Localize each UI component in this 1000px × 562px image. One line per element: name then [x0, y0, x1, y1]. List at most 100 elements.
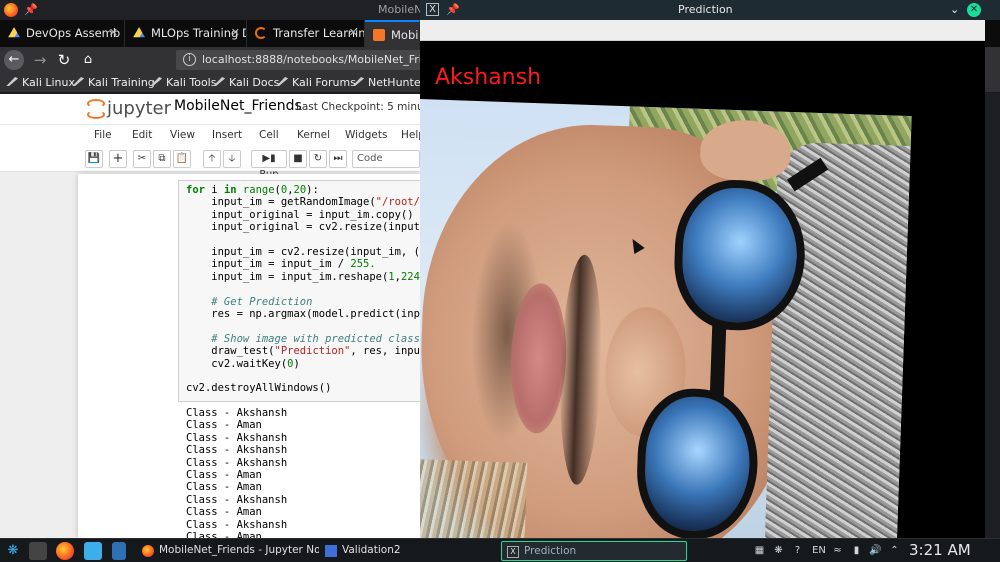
code-line: input_original = input_im.copy() — [186, 208, 414, 221]
clipboard-icon[interactable]: ▦ — [753, 544, 766, 557]
bookmark-nethunter[interactable]: NetHunter — [354, 76, 425, 89]
forward-arrow-icon[interactable]: → — [30, 50, 50, 70]
prediction-canvas: Akshansh — [420, 41, 985, 538]
output-line: Class - Aman — [186, 481, 262, 494]
firefox-icon — [4, 3, 18, 17]
code-line: input_im = input_im.reshape(1,224,22 — [186, 270, 439, 283]
cut-icon[interactable]: ✂ — [133, 150, 151, 168]
kali-dragon-icon — [213, 77, 225, 86]
tab-label: DevOps Assemb — [26, 26, 121, 40]
tab-devops[interactable]: DevOps Assemb ✕ — [0, 20, 125, 47]
prediction-toolbar — [420, 20, 985, 41]
code-line: cv2.waitKey(0) — [186, 357, 300, 370]
close-icon[interactable]: ✕ — [109, 26, 118, 39]
bookmark-kali-docs[interactable]: Kali Docs — [215, 76, 279, 89]
jupyter-logo-icon[interactable] — [87, 98, 105, 120]
bookmark-kali-tools[interactable]: Kali Tools — [152, 76, 216, 89]
code-line: input_im = getRandomImage("/root/mlo — [186, 196, 439, 209]
kali-dragon-icon — [150, 77, 162, 86]
code-line: # Get Prediction — [186, 295, 313, 308]
terminal-icon[interactable] — [29, 542, 47, 560]
cell-type-select[interactable]: Code — [352, 150, 420, 168]
face-photo — [420, 99, 912, 538]
jupyter-menubar: File Edit View Insert Cell Kernel Widget… — [0, 124, 425, 146]
kali-dragon-icon — [72, 77, 84, 86]
menu-cell[interactable]: Cell — [259, 129, 279, 141]
wifi-icon[interactable]: ≈ — [831, 544, 844, 557]
settings-icon[interactable]: ❋ — [772, 544, 785, 557]
paste-icon[interactable]: 📋 — [173, 150, 191, 168]
pin-icon[interactable]: 📌 — [446, 3, 460, 16]
volume-icon[interactable]: 🔊 — [869, 544, 882, 557]
app-launcher-icon[interactable]: ❋ — [3, 541, 23, 561]
move-up-icon[interactable]: 🡡 — [203, 150, 221, 168]
google-drive-icon — [8, 27, 20, 38]
task-prediction[interactable]: X Prediction — [501, 541, 687, 561]
battery-icon[interactable]: ▮ — [850, 544, 863, 557]
restart-icon[interactable]: ↻ — [309, 150, 327, 168]
menu-file[interactable]: File — [94, 129, 112, 141]
copy-icon[interactable]: ⧉ — [153, 150, 171, 168]
kali-dragon-icon — [352, 77, 364, 86]
run-button[interactable]: ▶▮ Run — [251, 150, 287, 180]
close-icon[interactable]: ✕ — [349, 26, 358, 39]
task-validation2[interactable]: Validation2 — [320, 541, 495, 561]
save-icon[interactable]: 💾 — [85, 150, 103, 168]
menu-edit[interactable]: Edit — [132, 129, 152, 141]
taskbar: ❋ MobileNet_Friends - Jupyter Note... Va… — [0, 538, 1000, 562]
back-arrow-icon[interactable]: ← — [4, 50, 24, 70]
code-line: # Show image with predicted class — [186, 332, 420, 345]
fast-forward-icon[interactable]: ⏭ — [329, 150, 347, 168]
stop-icon[interactable]: ■ — [289, 150, 307, 168]
output-line: Class - Akshansh — [186, 456, 288, 469]
code-line: draw_test("Prediction", res, input_o — [186, 345, 439, 358]
language-indicator[interactable]: EN — [811, 544, 827, 557]
move-down-icon[interactable]: 🡣 — [223, 150, 241, 168]
help-icon[interactable]: ? — [791, 544, 804, 557]
task-jupyter[interactable]: MobileNet_Friends - Jupyter Note... — [137, 541, 319, 561]
desktop: 📌 MobileNe DevOps Assemb ✕ MLOps Trainin… — [0, 0, 1000, 562]
close-icon[interactable]: ✕ — [967, 3, 981, 17]
run-icon: ▶▮ — [262, 153, 276, 164]
jupyter-header: jupyter MobileNet_Friends Last Checkpoin… — [0, 94, 449, 124]
pin-icon[interactable]: 📌 — [24, 3, 38, 16]
bookmark-kali-training[interactable]: Kali Training — [74, 76, 155, 89]
add-cell-icon[interactable]: + — [109, 150, 127, 168]
jupyter-logo-text[interactable]: jupyter — [107, 98, 171, 119]
output-line: Class - Akshansh — [186, 431, 288, 444]
folder-icon[interactable] — [84, 542, 102, 560]
clock[interactable]: 3:21 AM — [909, 541, 971, 559]
firefox-launcher-icon[interactable] — [56, 542, 74, 560]
jupyter-toolbar: 💾 + ✂ ⧉ 📋 🡡 🡣 ▶▮ Run ■ ↻ ⏭ Code — [0, 146, 420, 180]
bookmark-kali-linux[interactable]: Kali Linux — [8, 76, 75, 89]
kali-dragon-icon — [276, 77, 288, 86]
tab-transfer-learning[interactable]: Transfer Learnin ✕ — [247, 20, 365, 47]
home-icon[interactable]: ⌂ — [78, 50, 98, 70]
code-line: res = np.argmax(model.predict(input_ — [186, 308, 439, 320]
predicted-class-label: Akshansh — [435, 65, 542, 90]
output-line: Class - Akshansh — [186, 407, 288, 419]
output-line: Class - Akshansh — [186, 444, 288, 457]
reload-icon[interactable]: ↻ — [54, 50, 74, 70]
close-icon[interactable]: ✕ — [231, 26, 240, 39]
tray-expand-icon[interactable]: ⌃ — [888, 544, 901, 557]
output-line: Class - Akshansh — [186, 518, 288, 531]
menu-insert[interactable]: Insert — [212, 129, 242, 141]
document-icon[interactable] — [112, 542, 126, 560]
tab-mlops[interactable]: MLOps Training D ✕ — [125, 20, 247, 47]
bookmark-kali-forums[interactable]: Kali Forums — [278, 76, 356, 89]
output-line: Class - Aman — [186, 419, 262, 432]
tab-mobilenet[interactable]: Mobile — [365, 20, 420, 47]
notebook-name[interactable]: MobileNet_Friends — [174, 98, 302, 114]
menu-view[interactable]: View — [170, 129, 195, 141]
output-line: Class - Aman — [186, 506, 262, 519]
menu-widgets[interactable]: Widgets — [345, 129, 387, 141]
google-drive-icon — [133, 27, 145, 38]
tab-label: Mobile — [391, 28, 419, 42]
minimize-icon[interactable]: ⌄ — [950, 3, 959, 16]
document-icon — [325, 545, 337, 557]
info-icon[interactable]: i — [183, 53, 196, 66]
menu-kernel[interactable]: Kernel — [297, 129, 330, 141]
prediction-window-title: Prediction — [678, 3, 733, 16]
output-line: Class - Aman — [186, 469, 262, 481]
